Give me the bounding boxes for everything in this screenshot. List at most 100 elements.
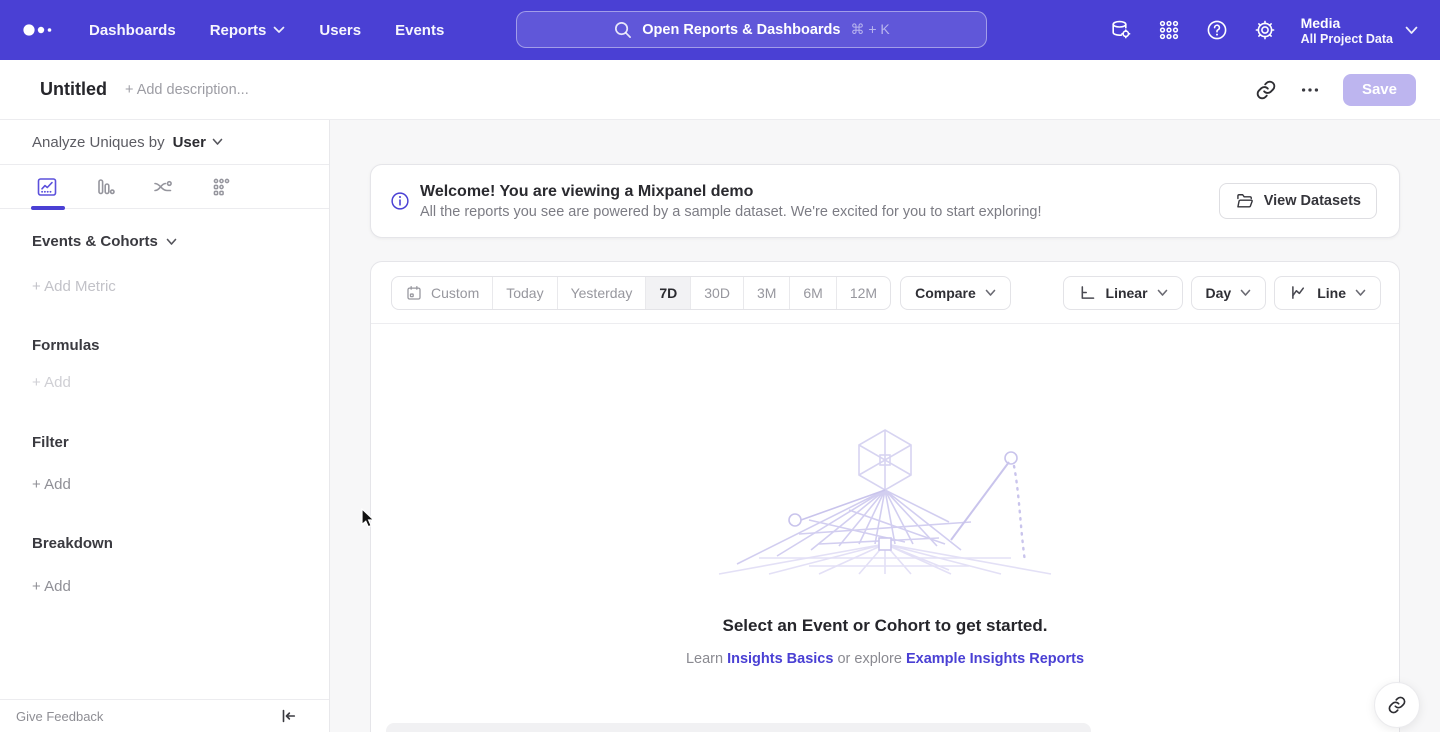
main-content: Welcome! You are viewing a Mixpanel demo…: [330, 120, 1440, 732]
global-search[interactable]: Open Reports & Dashboards ⌘ + K: [516, 11, 987, 48]
view-datasets-button[interactable]: View Datasets: [1219, 183, 1377, 219]
nav-events-label: Events: [395, 22, 444, 39]
project-selector[interactable]: Media All Project Data: [1301, 14, 1418, 46]
apps-grid-icon[interactable]: [1157, 18, 1181, 42]
chevron-down-icon: [273, 26, 285, 34]
calendar-icon: [405, 284, 423, 302]
top-nav: Dashboards Reports Users Events Open Rep…: [0, 0, 1440, 60]
results-table-peek: [386, 723, 1091, 732]
add-metric-button[interactable]: + Add Metric: [32, 278, 329, 295]
info-icon: [389, 190, 411, 212]
compare-button[interactable]: Compare: [900, 276, 1011, 310]
active-tab-indicator: [31, 206, 65, 210]
link-icon: [1387, 695, 1407, 715]
chart-type-dropdown[interactable]: Line: [1274, 276, 1381, 310]
filter-heading: Filter: [32, 434, 329, 451]
primary-nav: Dashboards Reports Users Events: [89, 22, 444, 39]
data-management-icon[interactable]: [1109, 18, 1133, 42]
date-range-segmented-control: Custom Today Yesterday 7D 30D 3M 6M 12M: [391, 276, 891, 310]
chevron-down-icon: [1405, 26, 1418, 35]
report-title[interactable]: Untitled: [40, 79, 107, 100]
folder-icon: [1235, 191, 1255, 211]
nav-dashboards-label: Dashboards: [89, 22, 176, 39]
insights-basics-link[interactable]: Insights Basics: [727, 651, 833, 667]
chevron-down-icon: [212, 138, 223, 146]
project-subtitle: All Project Data: [1301, 32, 1393, 46]
events-cohorts-label: Events & Cohorts: [32, 233, 158, 250]
breakdown-heading: Breakdown: [32, 535, 329, 552]
linear-axis-icon: [1078, 283, 1097, 302]
add-formula-button[interactable]: + Add: [32, 374, 329, 391]
mixpanel-logo-icon[interactable]: [22, 23, 54, 37]
add-filter-button[interactable]: + Add: [32, 476, 329, 493]
events-cohorts-heading[interactable]: Events & Cohorts: [32, 233, 329, 250]
tab-retention-grid[interactable]: [204, 170, 238, 204]
tab-insights-line[interactable]: [30, 170, 64, 204]
range-custom-label: Custom: [431, 285, 479, 301]
middle-text: or explore: [837, 651, 901, 667]
chevron-down-icon: [985, 289, 996, 297]
give-feedback-link[interactable]: Give Feedback: [16, 709, 103, 724]
range-yesterday[interactable]: Yesterday: [557, 277, 646, 309]
add-description-field[interactable]: + Add description...: [125, 82, 249, 98]
report-header: Untitled + Add description... Save: [0, 60, 1440, 120]
nav-users[interactable]: Users: [319, 22, 361, 39]
nav-reports[interactable]: Reports: [210, 22, 286, 39]
analyze-value-label: User: [173, 134, 206, 151]
query-builder-sidebar: Analyze Uniques by User: [0, 120, 330, 732]
add-breakdown-button[interactable]: + Add: [32, 578, 329, 595]
chevron-down-icon: [1355, 289, 1366, 297]
range-7d[interactable]: 7D: [645, 277, 690, 309]
empty-state-illustration: [699, 424, 1071, 576]
chart-controls: Custom Today Yesterday 7D 30D 3M 6M 12M …: [371, 262, 1399, 324]
scale-dropdown[interactable]: Linear: [1063, 276, 1183, 310]
empty-state: Select an Event or Cohort to get started…: [371, 324, 1399, 667]
formulas-heading: Formulas: [32, 337, 329, 354]
tab-bar-chart[interactable]: [88, 170, 122, 204]
range-6m[interactable]: 6M: [789, 277, 835, 309]
empty-state-title: Select an Event or Cohort to get started…: [723, 616, 1048, 636]
collapse-sidebar-icon[interactable]: [279, 707, 297, 725]
share-link-fab[interactable]: [1374, 682, 1420, 728]
example-reports-link[interactable]: Example Insights Reports: [906, 651, 1084, 667]
nav-dashboards[interactable]: Dashboards: [89, 22, 176, 39]
learn-prefix: Learn: [686, 651, 723, 667]
chevron-down-icon: [166, 238, 177, 246]
chevron-down-icon: [1157, 289, 1168, 297]
more-options-icon[interactable]: [1299, 79, 1321, 101]
range-12m[interactable]: 12M: [836, 277, 890, 309]
help-icon[interactable]: [1205, 18, 1229, 42]
view-datasets-label: View Datasets: [1264, 193, 1361, 209]
banner-title: Welcome! You are viewing a Mixpanel demo: [420, 183, 1042, 201]
range-3m[interactable]: 3M: [743, 277, 789, 309]
compare-label: Compare: [915, 285, 976, 301]
nav-reports-label: Reports: [210, 22, 267, 39]
sidebar-footer: Give Feedback: [0, 699, 329, 732]
banner-subtitle: All the reports you see are powered by a…: [420, 204, 1042, 220]
line-chart-icon: [1289, 283, 1308, 302]
interval-dropdown[interactable]: Day: [1191, 276, 1267, 310]
range-30d[interactable]: 30D: [690, 277, 743, 309]
insights-chart-card: Custom Today Yesterday 7D 30D 3M 6M 12M …: [370, 261, 1400, 732]
nav-utilities: Media All Project Data: [1109, 0, 1440, 60]
analyze-value-dropdown[interactable]: User: [173, 134, 223, 151]
empty-state-subtitle: Learn Insights Basics or explore Example…: [686, 651, 1084, 667]
analyze-label: Analyze Uniques by: [32, 134, 165, 151]
chevron-down-icon: [1240, 289, 1251, 297]
chart-type-label: Line: [1317, 285, 1346, 301]
analyze-uniques-row: Analyze Uniques by User: [0, 120, 329, 165]
visualization-tabs: [0, 165, 329, 209]
search-label: Open Reports & Dashboards: [642, 22, 840, 38]
range-today[interactable]: Today: [492, 277, 556, 309]
settings-gear-icon[interactable]: [1253, 18, 1277, 42]
save-button[interactable]: Save: [1343, 74, 1416, 106]
nav-events[interactable]: Events: [395, 22, 444, 39]
interval-label: Day: [1206, 285, 1232, 301]
scale-label: Linear: [1106, 285, 1148, 301]
tab-flow[interactable]: [146, 170, 180, 204]
search-shortcut: ⌘ + K: [850, 21, 889, 38]
range-custom[interactable]: Custom: [392, 277, 492, 309]
search-icon: [613, 20, 632, 39]
nav-users-label: Users: [319, 22, 361, 39]
copy-link-icon[interactable]: [1255, 79, 1277, 101]
